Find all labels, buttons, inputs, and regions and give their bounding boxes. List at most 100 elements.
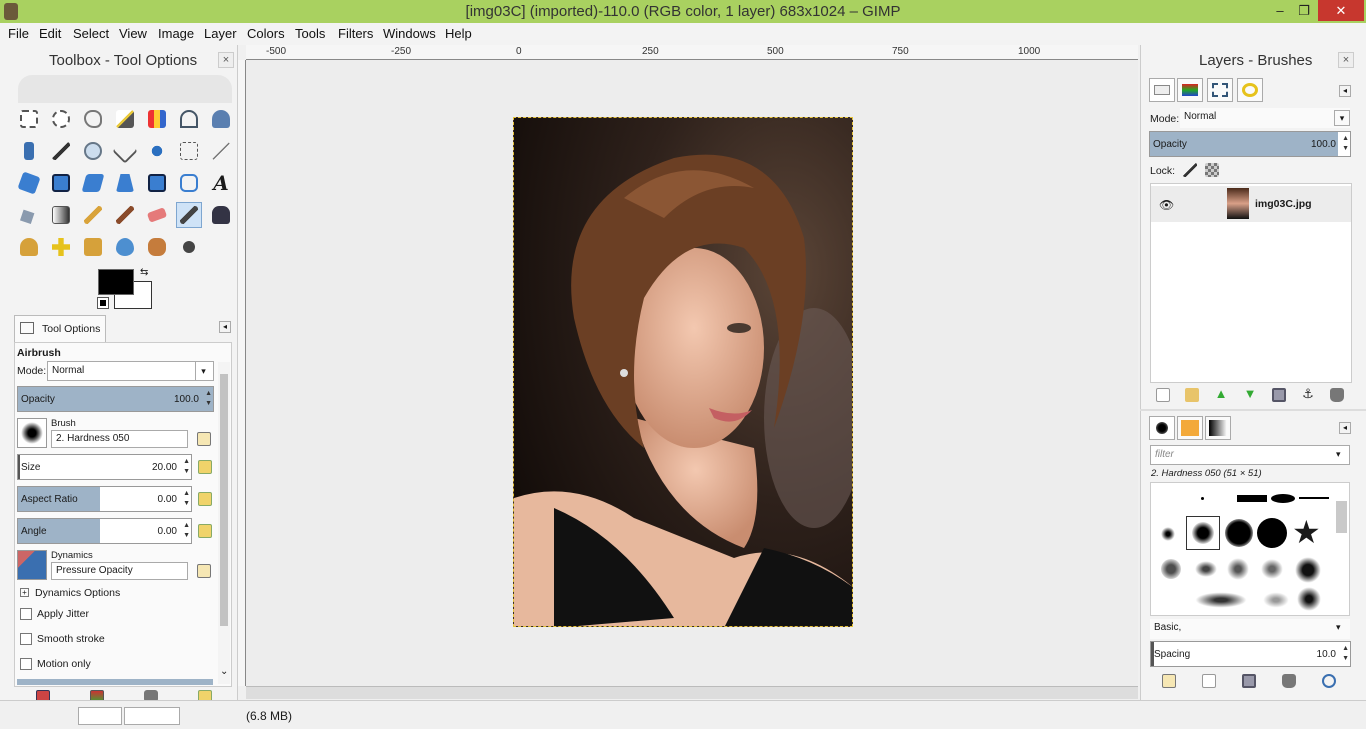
menu-tools[interactable]: Tools <box>295 26 325 41</box>
ink-icon[interactable] <box>208 202 234 228</box>
default-colors-icon[interactable] <box>97 297 109 309</box>
tool-options-scrollbar[interactable]: ⌄ <box>218 362 230 684</box>
perspective-icon[interactable] <box>112 170 138 196</box>
layer-opacity-slider[interactable]: Opacity 100.0 ▲ ▼ <box>1149 131 1351 157</box>
menu-colors[interactable]: Colors <box>247 26 285 41</box>
brushes-tab-menu-icon[interactable]: ◂ <box>1339 422 1351 434</box>
brush-oil[interactable] <box>1295 557 1321 583</box>
lasso-icon[interactable] <box>80 106 106 132</box>
menu-filters[interactable]: Filters <box>338 26 373 41</box>
swap-colors-icon[interactable]: ⇆ <box>140 267 152 279</box>
menu-view[interactable]: View <box>119 26 147 41</box>
angle-spin-icon[interactable]: ▲ ▼ <box>183 521 190 541</box>
layers-tab-menu-icon[interactable]: ◂ <box>1339 85 1351 97</box>
menu-file[interactable]: File <box>8 26 29 41</box>
maximize-button[interactable]: ❐ <box>1290 0 1318 21</box>
brush-ellipse[interactable] <box>1271 494 1295 503</box>
brush-acrylic[interactable] <box>1161 559 1181 579</box>
scale-icon[interactable] <box>48 170 74 196</box>
alignment-icon[interactable] <box>176 138 202 164</box>
dodge-burn-icon[interactable] <box>176 234 202 260</box>
mode-select[interactable]: Normal ▾ <box>47 361 214 381</box>
brush-hardness-025[interactable] <box>1161 527 1175 541</box>
menu-image[interactable]: Image <box>158 26 194 41</box>
dynamics-name-field[interactable]: Pressure Opacity <box>51 562 188 580</box>
new-layer-group-icon[interactable] <box>1185 388 1199 402</box>
brush-filter-input[interactable]: filter <box>1150 445 1350 465</box>
rect-select-icon[interactable] <box>16 106 42 132</box>
ellipse-select-icon[interactable] <box>48 106 74 132</box>
clone-icon[interactable] <box>16 234 42 260</box>
new-layer-icon[interactable] <box>1156 388 1170 402</box>
scroll-down-icon[interactable]: ⌄ <box>220 666 228 677</box>
scrollbar-thumb[interactable] <box>220 374 228 626</box>
brush-hardness-075[interactable] <box>1225 519 1253 547</box>
airbrush-icon[interactable] <box>176 202 202 228</box>
lower-layer-icon[interactable]: ▼ <box>1243 387 1257 402</box>
image-photo[interactable] <box>513 117 853 627</box>
new-brush-icon[interactable] <box>1202 674 1216 688</box>
layer-opacity-spin-icon[interactable]: ▲ ▼ <box>1342 134 1349 154</box>
motion-only-checkbox[interactable] <box>20 658 32 670</box>
lock-alpha-icon[interactable] <box>1205 163 1219 177</box>
tab-undo-history-icon[interactable] <box>1237 78 1263 102</box>
dynamics-options-expander[interactable]: Dynamics Options <box>35 587 120 599</box>
zoom-icon[interactable] <box>80 138 106 164</box>
color-picker-icon[interactable] <box>48 138 74 164</box>
delete-brush-icon[interactable] <box>1282 674 1296 688</box>
menu-edit[interactable]: Edit <box>39 26 61 41</box>
brush-sponge[interactable] <box>1261 591 1291 609</box>
crop-icon[interactable] <box>208 138 234 164</box>
paintbrush-icon[interactable] <box>112 202 138 228</box>
eraser-icon[interactable] <box>144 202 170 228</box>
refresh-brushes-icon[interactable] <box>1322 674 1336 688</box>
menu-layer[interactable]: Layer <box>204 26 237 41</box>
brush-name-field[interactable]: 2. Hardness 050 <box>51 430 188 448</box>
opacity-slider[interactable]: Opacity 100.0 ▲ ▼ <box>17 386 214 412</box>
layer-row[interactable]: 👁 img03C.jpg <box>1151 186 1351 222</box>
angle-slider[interactable]: Angle 0.00 ▲ ▼ <box>17 518 192 544</box>
layer-name[interactable]: img03C.jpg <box>1255 198 1312 210</box>
reset-size-icon[interactable] <box>198 460 212 474</box>
brush-spacing-spin-icon[interactable]: ▲ ▼ <box>1342 644 1349 664</box>
rotate-icon[interactable] <box>16 170 42 196</box>
toolbox-close-button[interactable]: × <box>218 52 234 68</box>
horizontal-ruler[interactable]: -500 -250 0 250 500 750 1000 <box>246 45 1138 60</box>
cage-transform-icon[interactable] <box>176 170 202 196</box>
opacity-spin-icon[interactable]: ▲ ▼ <box>205 389 212 409</box>
paths-icon[interactable] <box>16 138 42 164</box>
tab-gradients-icon[interactable] <box>1205 416 1231 440</box>
smudge-icon[interactable] <box>144 234 170 260</box>
edit-dynamics-icon[interactable] <box>197 564 211 578</box>
brush-block[interactable] <box>1237 495 1267 502</box>
eye-visibility-icon[interactable]: 👁 <box>1159 198 1174 212</box>
tab-brushes-icon[interactable] <box>1149 416 1175 440</box>
vertical-ruler[interactable] <box>238 60 246 686</box>
text-icon[interactable]: A <box>208 170 234 196</box>
brush-grid[interactable]: ★ <box>1150 482 1350 616</box>
reset-aspect-icon[interactable] <box>198 492 212 506</box>
aspect-ratio-slider[interactable]: Aspect Ratio 0.00 ▲ ▼ <box>17 486 192 512</box>
size-slider[interactable]: Size 20.00 ▲ ▼ <box>17 454 192 480</box>
dynamics-preview-icon[interactable] <box>17 550 47 580</box>
brush-charcoal[interactable] <box>1227 558 1249 580</box>
blur-icon[interactable] <box>112 234 138 260</box>
foreground-color-swatch[interactable] <box>98 269 134 295</box>
tab-layers-icon[interactable] <box>1149 78 1175 102</box>
brush-tag-input[interactable]: Basic, <box>1150 619 1350 639</box>
brush-grunge[interactable] <box>1261 559 1283 579</box>
menu-select[interactable]: Select <box>73 26 109 41</box>
move-icon[interactable] <box>144 138 170 164</box>
foreground-select-icon[interactable] <box>208 106 234 132</box>
duplicate-brush-icon[interactable] <box>1242 674 1256 688</box>
brush-chalk[interactable] <box>1195 561 1217 577</box>
shear-icon[interactable] <box>80 170 106 196</box>
layers-close-button[interactable]: × <box>1338 52 1354 68</box>
fuzzy-select-icon[interactable] <box>112 106 138 132</box>
select-by-color-icon[interactable] <box>144 106 170 132</box>
brush-line[interactable] <box>1299 497 1329 499</box>
scissors-icon[interactable] <box>176 106 202 132</box>
layers-mode-select[interactable]: Normal <box>1180 108 1350 128</box>
brush-grid-scrollbar-thumb[interactable] <box>1336 501 1347 533</box>
bucket-fill-icon[interactable] <box>16 202 42 228</box>
